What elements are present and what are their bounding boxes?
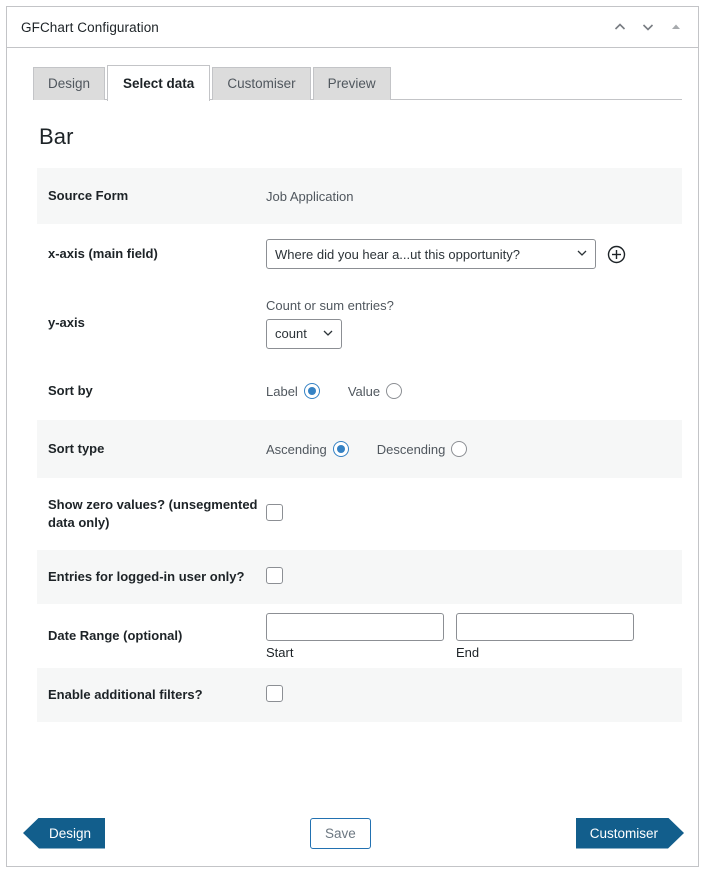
sort-by-label-radio[interactable] <box>304 383 320 399</box>
y-axis-sublabel: Count or sum entries? <box>266 298 670 313</box>
move-down-button[interactable] <box>634 13 662 41</box>
row-logged-in-user-only: Entries for logged-in user only? <box>37 550 682 604</box>
sort-by-label-option-text: Label <box>266 384 298 399</box>
save-button[interactable]: Save <box>310 818 371 849</box>
row-show-zero-values: Show zero values? (unsegmented data only… <box>37 478 682 550</box>
tab-customiser[interactable]: Customiser <box>212 67 310 100</box>
additional-filters-checkbox[interactable] <box>266 685 283 702</box>
move-up-button[interactable] <box>606 13 634 41</box>
row-x-axis: x-axis (main field) Where did you hear a… <box>37 224 682 284</box>
x-axis-select[interactable]: Where did you hear a...ut this opportuni… <box>266 239 596 269</box>
x-axis-label: x-axis (main field) <box>48 245 266 263</box>
additional-filters-label: Enable additional filters? <box>48 686 266 704</box>
sort-by-value-radio[interactable] <box>386 383 402 399</box>
y-axis-label: y-axis <box>48 314 266 332</box>
y-axis-aggregate-select[interactable]: count <box>266 319 342 349</box>
tab-design[interactable]: Design <box>33 67 105 100</box>
date-range-end-caption: End <box>456 645 634 660</box>
chevron-down-icon <box>640 19 656 35</box>
tab-bar: Design Select data Customiser Preview <box>7 48 698 100</box>
row-y-axis: y-axis Count or sum entries? count <box>37 284 682 362</box>
show-zero-values-label: Show zero values? (unsegmented data only… <box>48 496 266 532</box>
gfchart-configuration-panel: GFChart Configuration Design Select data… <box>6 6 699 867</box>
logged-in-user-only-checkbox[interactable] <box>266 567 283 584</box>
source-form-value: Job Application <box>266 189 353 204</box>
plus-circle-icon[interactable] <box>607 245 626 264</box>
row-sort-type: Sort type Ascending Descending <box>37 420 682 478</box>
tab-preview[interactable]: Preview <box>313 67 391 100</box>
tab-select-data[interactable]: Select data <box>107 65 210 101</box>
date-range-start-group: Start <box>266 613 444 660</box>
row-date-range: Date Range (optional) Start End <box>37 604 682 668</box>
date-range-label: Date Range (optional) <box>48 627 266 645</box>
sort-type-ascending-radio[interactable] <box>333 441 349 457</box>
sort-type-ascending-text: Ascending <box>266 442 327 457</box>
page-title: GFChart Configuration <box>21 20 606 35</box>
chart-type-title: Bar <box>39 124 698 150</box>
sort-by-value-option-text: Value <box>348 384 380 399</box>
date-range-start-caption: Start <box>266 645 444 660</box>
sort-type-descending-text: Descending <box>377 442 446 457</box>
next-step-button[interactable]: Customiser <box>576 818 684 849</box>
row-additional-filters: Enable additional filters? <box>37 668 682 722</box>
y-axis-select-shell: count <box>266 319 342 349</box>
source-form-label: Source Form <box>48 187 266 205</box>
triangle-up-icon <box>669 20 683 34</box>
previous-step-button[interactable]: Design <box>23 818 105 849</box>
date-range-end-group: End <box>456 613 634 660</box>
sort-by-label: Sort by <box>48 382 266 400</box>
sort-type-descending-radio[interactable] <box>451 441 467 457</box>
row-sort-by: Sort by Label Value <box>37 362 682 420</box>
chevron-up-icon <box>612 19 628 35</box>
settings-list: Source Form Job Application x-axis (main… <box>7 168 698 722</box>
panel-footer: Design Save Customiser <box>7 800 698 866</box>
logged-in-user-only-label: Entries for logged-in user only? <box>48 568 266 586</box>
date-range-start-input[interactable] <box>266 613 444 641</box>
toggle-panel-button[interactable] <box>662 13 690 41</box>
x-axis-select-shell: Where did you hear a...ut this opportuni… <box>266 239 596 269</box>
sort-type-label: Sort type <box>48 440 266 458</box>
show-zero-values-checkbox[interactable] <box>266 504 283 521</box>
panel-header: GFChart Configuration <box>7 7 698 48</box>
row-source-form: Source Form Job Application <box>37 168 682 224</box>
date-range-end-input[interactable] <box>456 613 634 641</box>
